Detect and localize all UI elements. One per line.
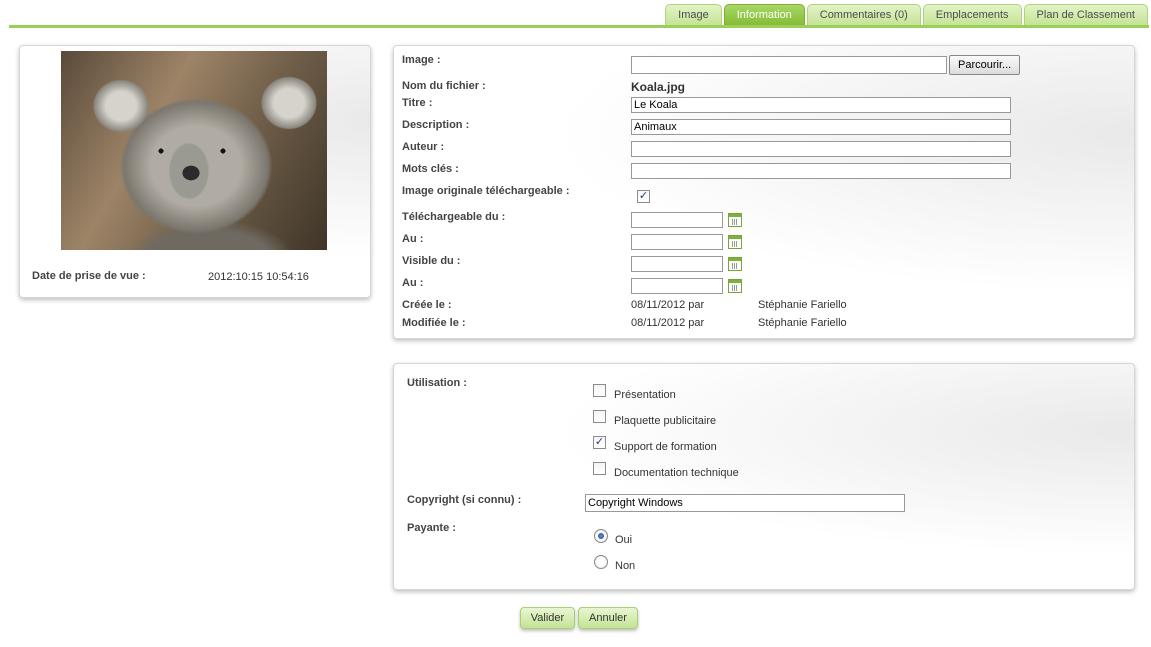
paying-no-label: Non xyxy=(615,560,636,572)
created-date: 08/11/2012 par xyxy=(631,299,705,311)
tab-bar: Image Information Commentaires (0) Empla… xyxy=(663,4,1148,26)
title-input[interactable] xyxy=(631,97,1011,113)
keywords-input[interactable] xyxy=(631,163,1011,179)
usage-brochure-checkbox[interactable] xyxy=(593,410,606,423)
created-label: Créée le : xyxy=(402,299,452,311)
download-from-input[interactable] xyxy=(631,212,723,228)
usage-panel: Utilisation : Présentation Plaquette pub… xyxy=(393,363,1135,590)
image-file-input[interactable] xyxy=(631,56,947,74)
paying-label: Payante : xyxy=(407,522,456,534)
info-panel: Image : Parcourir... Nom du fichier : Ko… xyxy=(393,45,1135,339)
visible-from-calendar-icon[interactable] xyxy=(728,257,742,271)
created-by: Stéphanie Fariello xyxy=(758,299,847,311)
visible-from-label: Visible du : xyxy=(402,255,461,267)
shot-date-label: Date de prise de vue : xyxy=(32,270,146,282)
usage-presentation-checkbox[interactable] xyxy=(593,384,606,397)
validate-button[interactable]: Valider xyxy=(520,607,575,629)
shot-date-value: 2012:10:15 10:54:16 xyxy=(208,271,309,283)
tab-locations[interactable]: Emplacements xyxy=(922,4,1022,25)
filename-label: Nom du fichier : xyxy=(402,80,486,92)
usage-technical-doc-label: Documentation technique xyxy=(614,467,739,479)
browse-button[interactable]: Parcourir... xyxy=(949,55,1021,75)
keywords-label: Mots clés : xyxy=(402,163,459,175)
usage-training-label: Support de formation xyxy=(614,441,717,453)
visible-to-calendar-icon[interactable] xyxy=(728,279,742,293)
author-input[interactable] xyxy=(631,141,1011,157)
filename-value: Koala.jpg xyxy=(631,80,686,94)
image-label: Image : xyxy=(402,54,441,66)
download-to-calendar-icon[interactable] xyxy=(728,235,742,249)
cancel-button[interactable]: Annuler xyxy=(578,607,638,629)
usage-label: Utilisation : xyxy=(407,377,467,389)
koala-photo xyxy=(61,51,327,250)
visible-to-label: Au : xyxy=(402,277,424,289)
paying-no-radio[interactable] xyxy=(594,555,608,569)
download-to-label: Au : xyxy=(402,233,424,245)
author-label: Auteur : xyxy=(402,141,445,153)
tab-underline xyxy=(9,25,1149,28)
usage-brochure-label: Plaquette publicitaire xyxy=(614,415,717,427)
visible-from-input[interactable] xyxy=(631,256,723,272)
copyright-label: Copyright (si connu) : xyxy=(407,494,522,506)
download-from-calendar-icon[interactable] xyxy=(728,213,742,227)
download-to-input[interactable] xyxy=(631,234,723,250)
copyright-input[interactable] xyxy=(585,494,905,512)
tab-information[interactable]: Information xyxy=(723,4,805,25)
downloadable-checkbox[interactable]: ✓ xyxy=(637,190,650,203)
download-from-label: Téléchargeable du : xyxy=(402,211,506,223)
paying-yes-radio[interactable] xyxy=(594,529,608,543)
tab-classification-plan[interactable]: Plan de Classement xyxy=(1023,4,1148,25)
modified-date: 08/11/2012 par xyxy=(631,317,705,329)
description-label: Description : xyxy=(402,119,470,131)
description-input[interactable] xyxy=(631,119,1011,135)
downloadable-label: Image originale téléchargeable : xyxy=(402,185,570,197)
modified-label: Modifiée le : xyxy=(402,317,466,329)
preview-panel: Date de prise de vue : 2012:10:15 10:54:… xyxy=(19,45,371,298)
visible-to-input[interactable] xyxy=(631,278,723,294)
paying-yes-label: Oui xyxy=(615,534,633,546)
tab-comments[interactable]: Commentaires (0) xyxy=(806,4,921,25)
tab-image[interactable]: Image xyxy=(665,4,722,25)
usage-training-checkbox[interactable]: ✓ xyxy=(593,436,606,449)
modified-by: Stéphanie Fariello xyxy=(758,317,847,329)
title-label: Titre : xyxy=(402,97,433,109)
usage-technical-doc-checkbox[interactable] xyxy=(593,462,606,475)
usage-presentation-label: Présentation xyxy=(614,389,676,401)
